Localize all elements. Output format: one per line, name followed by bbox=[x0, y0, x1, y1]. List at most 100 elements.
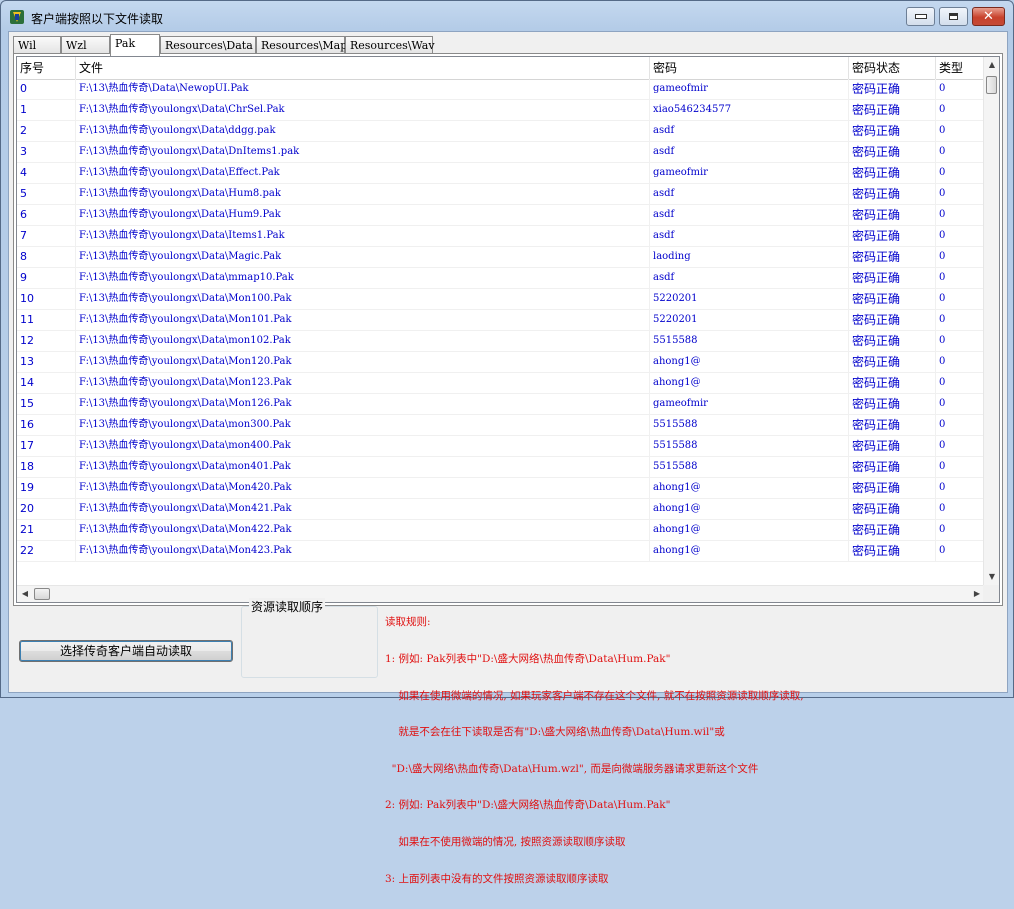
vertical-scrollbar[interactable]: ▲ ▼ bbox=[983, 57, 999, 585]
cell-file: F:\13\热血传奇\youlongx\Data\Hum9.Pak bbox=[76, 205, 650, 225]
cell-password-status: 密码正确 bbox=[849, 289, 936, 309]
table-row[interactable]: 8 F:\13\热血传奇\youlongx\Data\Magic.Pak laodi… bbox=[17, 247, 985, 268]
column-header-type[interactable]: 类型 bbox=[936, 57, 985, 79]
table-row[interactable]: 20 F:\13\热血传奇\youlongx\Data\Mon421.Pak aho… bbox=[17, 499, 985, 520]
cell-password-status: 密码正确 bbox=[849, 205, 936, 225]
scroll-up-icon[interactable]: ▲ bbox=[984, 57, 999, 73]
cell-index: 8 bbox=[17, 247, 76, 267]
cell-file: F:\13\热血传奇\youlongx\Data\Mon126.Pak bbox=[76, 394, 650, 414]
cell-type: 0 bbox=[936, 121, 985, 141]
cell-file: F:\13\热血传奇\youlongx\Data\Mon423.Pak bbox=[76, 541, 650, 561]
cell-type: 0 bbox=[936, 205, 985, 225]
cell-type: 0 bbox=[936, 226, 985, 246]
cell-file: F:\13\热血传奇\youlongx\Data\ddgg.pak bbox=[76, 121, 650, 141]
table-row[interactable]: 10 F:\13\热血传奇\youlongx\Data\Mon100.Pak 522… bbox=[17, 289, 985, 310]
cell-index: 5 bbox=[17, 184, 76, 204]
cell-password: asdf bbox=[650, 121, 849, 141]
close-button[interactable]: ✕ bbox=[972, 7, 1005, 26]
cell-file: F:\13\热血传奇\youlongx\Data\Mon123.Pak bbox=[76, 373, 650, 393]
cell-index: 20 bbox=[17, 499, 76, 519]
minimize-button[interactable] bbox=[906, 7, 935, 26]
tab-resources-wav[interactable]: Resources\Wav bbox=[345, 36, 435, 54]
tab-pak[interactable]: Pak bbox=[110, 34, 160, 56]
table-row[interactable]: 0 F:\13\热血传奇\Data\NewopUI.Pak gameofmir 密码正… bbox=[17, 79, 985, 100]
app-window: 客户端按照以下文件读取 ✕ Wil Wzl Pak Resources\Data… bbox=[0, 0, 1014, 885]
table-row[interactable]: 7 F:\13\热血传奇\youlongx\Data\Items1.Pak asdf… bbox=[17, 226, 985, 247]
rules-line: 2: 例如: Pak列表中"D:\盛大网络\热血传奇\Data\Hum.Pak" bbox=[385, 799, 671, 812]
tab-wil[interactable]: Wil bbox=[13, 36, 61, 54]
table-row[interactable]: 22 F:\13\热血传奇\youlongx\Data\Mon423.Pak aho… bbox=[17, 541, 985, 562]
table-row[interactable]: 4 F:\13\热血传奇\youlongx\Data\Effect.Pak game… bbox=[17, 163, 985, 184]
column-header-password-status[interactable]: 密码状态 bbox=[849, 57, 936, 79]
table-row[interactable]: 5 F:\13\热血传奇\youlongx\Data\Hum8.pak asdf 密码… bbox=[17, 184, 985, 205]
vertical-scroll-thumb[interactable] bbox=[986, 76, 997, 94]
cell-password: 5220201 bbox=[650, 310, 849, 330]
tab-resources-map[interactable]: Resources\Map bbox=[256, 36, 347, 54]
cell-file: F:\13\热血传奇\youlongx\Data\Mon421.Pak bbox=[76, 499, 650, 519]
cell-password-status: 密码正确 bbox=[849, 436, 936, 456]
cell-password-status: 密码正确 bbox=[849, 499, 936, 519]
table-row[interactable]: 15 F:\13\热血传奇\youlongx\Data\Mon126.Pak gam… bbox=[17, 394, 985, 415]
scroll-left-icon[interactable]: ◀ bbox=[17, 586, 33, 602]
table-row[interactable]: 16 F:\13\热血传奇\youlongx\Data\mon300.Pak 551… bbox=[17, 415, 985, 436]
cell-type: 0 bbox=[936, 352, 985, 372]
column-header-password[interactable]: 密码 bbox=[650, 57, 849, 79]
cell-index: 15 bbox=[17, 394, 76, 414]
minimize-icon bbox=[914, 14, 927, 19]
tab-wzl[interactable]: Wzl bbox=[61, 36, 110, 54]
cell-index: 1 bbox=[17, 100, 76, 120]
cell-password-status: 密码正确 bbox=[849, 541, 936, 561]
cell-type: 0 bbox=[936, 499, 985, 519]
cell-index: 18 bbox=[17, 457, 76, 477]
pak-tab-panel: 序号 文件 密码 密码状态 类型 0 F:\13\热血传奇\Data\NewopU… bbox=[13, 53, 1003, 606]
cell-password: asdf bbox=[650, 268, 849, 288]
auto-read-client-button[interactable]: 选择传奇客户端自动读取 bbox=[19, 640, 233, 662]
cell-file: F:\13\热血传奇\youlongx\Data\Mon120.Pak bbox=[76, 352, 650, 372]
cell-password: asdf bbox=[650, 184, 849, 204]
read-rules-text: 读取规则: 1: 例如: Pak列表中"D:\盛大网络\热血传奇\Data\Hu… bbox=[385, 592, 804, 909]
cell-type: 0 bbox=[936, 100, 985, 120]
table-row[interactable]: 11 F:\13\热血传奇\youlongx\Data\Mon101.Pak 522… bbox=[17, 310, 985, 331]
cell-type: 0 bbox=[936, 541, 985, 561]
rules-line: 3: 上面列表中没有的文件按照资源读取顺序读取 bbox=[385, 872, 609, 885]
maximize-button[interactable] bbox=[939, 7, 968, 26]
scrollbar-corner bbox=[983, 585, 999, 602]
column-header-index[interactable]: 序号 bbox=[17, 57, 76, 79]
table-row[interactable]: 3 F:\13\热血传奇\youlongx\Data\DnItems1.pak as… bbox=[17, 142, 985, 163]
cell-type: 0 bbox=[936, 184, 985, 204]
cell-type: 0 bbox=[936, 394, 985, 414]
cell-type: 0 bbox=[936, 373, 985, 393]
cell-file: F:\13\热血传奇\youlongx\Data\mmap10.Pak bbox=[76, 268, 650, 288]
title-bar[interactable]: 客户端按照以下文件读取 ✕ bbox=[1, 1, 1013, 35]
cell-password: gameofmir bbox=[650, 79, 849, 99]
file-list[interactable]: 序号 文件 密码 密码状态 类型 0 F:\13\热血传奇\Data\NewopU… bbox=[16, 56, 1000, 603]
tab-resources-data[interactable]: Resources\Data bbox=[160, 36, 256, 54]
table-row[interactable]: 18 F:\13\热血传奇\youlongx\Data\mon401.Pak 551… bbox=[17, 457, 985, 478]
table-row[interactable]: 9 F:\13\热血传奇\youlongx\Data\mmap10.Pak asdf… bbox=[17, 268, 985, 289]
window-title: 客户端按照以下文件读取 bbox=[31, 12, 164, 26]
cell-index: 2 bbox=[17, 121, 76, 141]
cell-file: F:\13\热血传奇\youlongx\Data\mon400.Pak bbox=[76, 436, 650, 456]
table-row[interactable]: 1 F:\13\热血传奇\youlongx\Data\ChrSel.Pak xiao… bbox=[17, 100, 985, 121]
cell-password: gameofmir bbox=[650, 163, 849, 183]
app-icon bbox=[10, 10, 24, 24]
cell-index: 12 bbox=[17, 331, 76, 351]
resource-order-label: 资源读取顺序 bbox=[249, 598, 326, 615]
table-row[interactable]: 13 F:\13\热血传奇\youlongx\Data\Mon120.Pak aho… bbox=[17, 352, 985, 373]
table-row[interactable]: 17 F:\13\热血传奇\youlongx\Data\mon400.Pak 551… bbox=[17, 436, 985, 457]
cell-type: 0 bbox=[936, 331, 985, 351]
table-row[interactable]: 6 F:\13\热血传奇\youlongx\Data\Hum9.Pak asdf 密码… bbox=[17, 205, 985, 226]
column-header-file[interactable]: 文件 bbox=[76, 57, 650, 79]
cell-file: F:\13\热血传奇\youlongx\Data\mon300.Pak bbox=[76, 415, 650, 435]
cell-password-status: 密码正确 bbox=[849, 415, 936, 435]
table-row[interactable]: 14 F:\13\热血传奇\youlongx\Data\Mon123.Pak aho… bbox=[17, 373, 985, 394]
cell-type: 0 bbox=[936, 289, 985, 309]
scroll-down-icon[interactable]: ▼ bbox=[984, 569, 999, 585]
table-row[interactable]: 12 F:\13\热血传奇\youlongx\Data\mon102.Pak 551… bbox=[17, 331, 985, 352]
cell-index: 9 bbox=[17, 268, 76, 288]
table-row[interactable]: 19 F:\13\热血传奇\youlongx\Data\Mon420.Pak aho… bbox=[17, 478, 985, 499]
cell-type: 0 bbox=[936, 415, 985, 435]
table-row[interactable]: 21 F:\13\热血传奇\youlongx\Data\Mon422.Pak aho… bbox=[17, 520, 985, 541]
horizontal-scroll-thumb[interactable] bbox=[34, 588, 50, 600]
table-row[interactable]: 2 F:\13\热血传奇\youlongx\Data\ddgg.pak asdf 密码… bbox=[17, 121, 985, 142]
